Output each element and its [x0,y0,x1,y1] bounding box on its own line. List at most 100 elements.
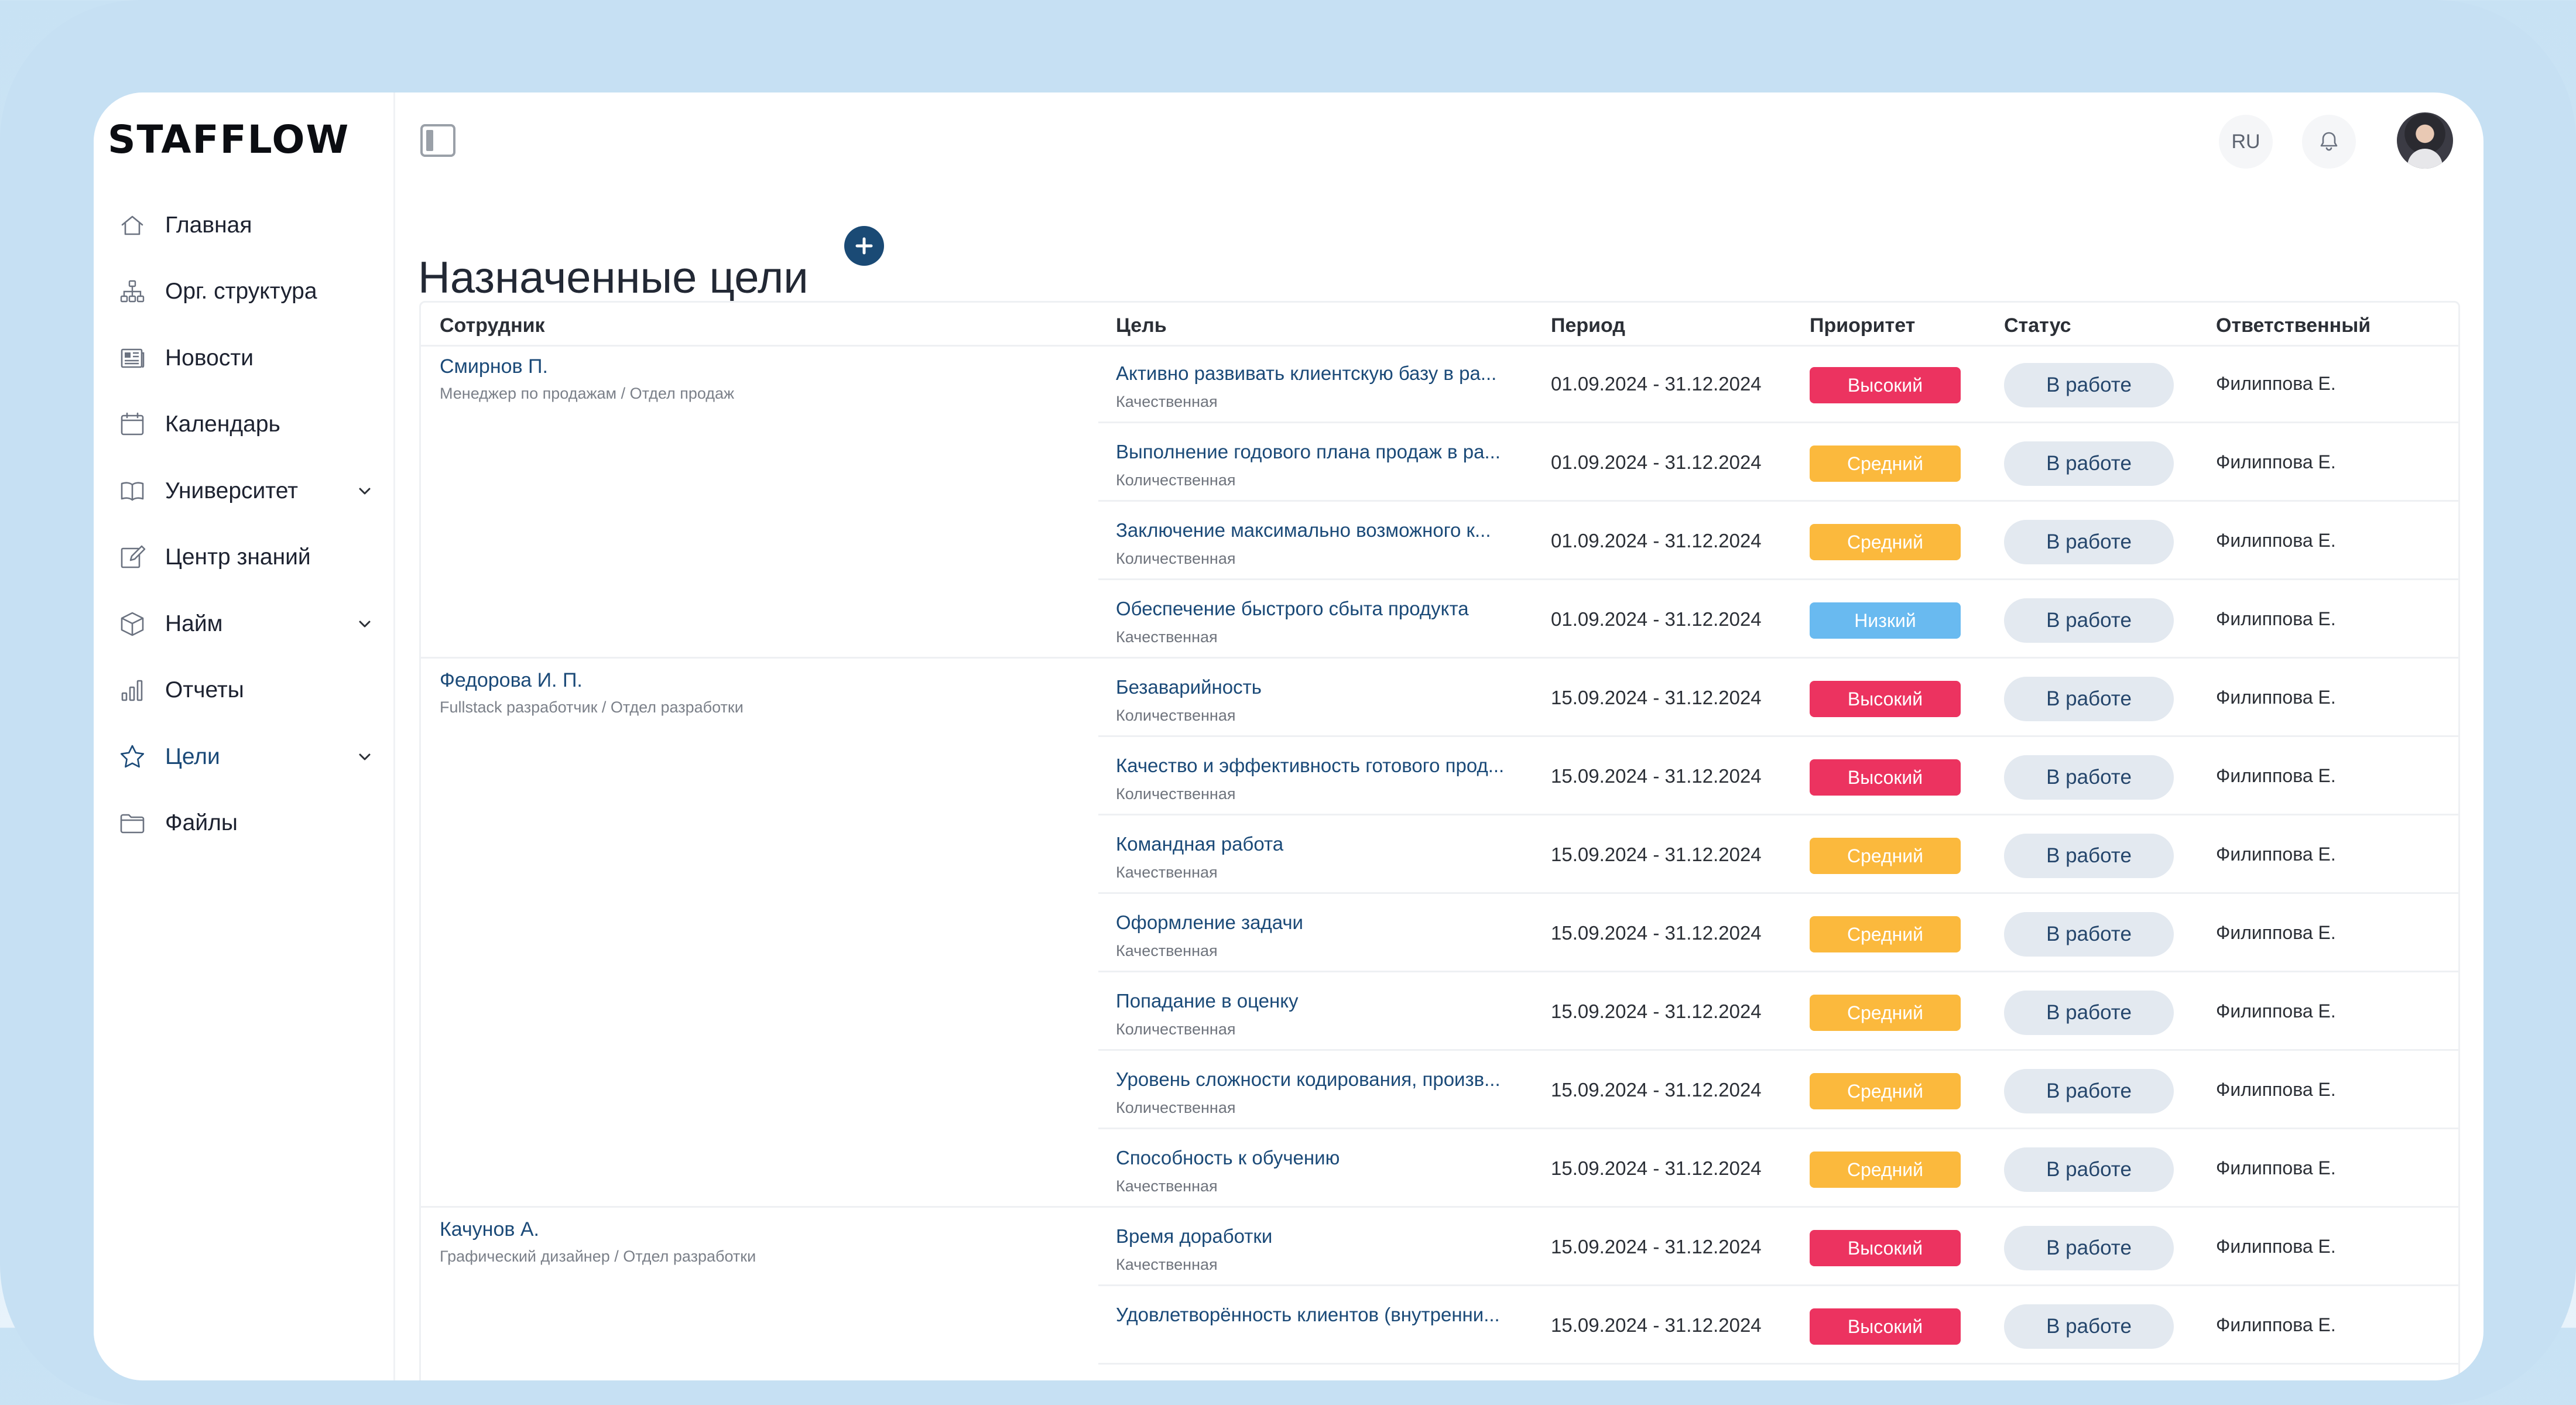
page-title: Назначенные цели [418,252,809,303]
box-icon [117,609,148,639]
sidebar-item-label: Главная [165,212,252,238]
employee-name[interactable]: Качунов А. [440,1218,539,1241]
bar-chart-icon [117,675,148,705]
calendar-icon [117,409,148,440]
table-row[interactable]: Удовлетворённость клиентов (внутренни...… [421,1286,2458,1365]
sidebar-toggle-icon [420,124,455,157]
employee-name[interactable]: Смирнов П. [440,355,548,378]
sidebar-item-label: Орг. структура [165,279,317,304]
goal-title[interactable]: Выполнение годового плана продаж в ра... [1116,441,1520,463]
goal-period: 15.09.2024 - 31.12.2024 [1551,1000,1762,1022]
sidebar-item-6[interactable]: Найм [117,591,375,657]
goal-period: 15.09.2024 - 31.12.2024 [1551,922,1762,944]
table-row[interactable]: Качунов А. Графический дизайнер / Отдел р… [421,1208,2458,1286]
sidebar-item-label: Файлы [165,810,238,836]
avatar[interactable] [2397,112,2453,169]
priority-badge: Средний [1810,524,1961,560]
sidebar-item-4[interactable]: Университет [117,458,375,525]
add-goal-button[interactable] [844,226,884,266]
column-header-period[interactable]: Период [1551,314,1625,337]
table-row[interactable]: Федорова И. П. Fullstack разработчик / От… [421,659,2458,737]
edit-icon [117,542,148,573]
sidebar-item-9[interactable]: Файлы [117,790,375,857]
column-header-priority[interactable]: Приоритет [1810,314,1915,337]
priority-badge: Средний [1810,446,1961,482]
status-badge[interactable]: В работе [2004,363,2174,407]
goal-type: Качественная [1116,1177,1218,1195]
sidebar-item-3[interactable]: Календарь [117,392,375,458]
responsible-person: Филиппова Е. [2216,765,2336,786]
goal-title[interactable]: Время доработки [1116,1225,1520,1248]
star-icon [117,742,148,772]
status-badge[interactable]: В работе [2004,834,2174,878]
column-header-goal[interactable]: Цель [1116,314,1167,337]
sidebar-item-1[interactable]: Орг. структура [117,259,375,325]
chevron-down-icon[interactable] [355,481,375,501]
status-badge[interactable]: В работе [2004,598,2174,643]
status-badge[interactable]: В работе [2004,677,2174,721]
goal-title[interactable]: Безаварийность [1116,676,1520,698]
table-row[interactable]: Уровень сложности кодирования, произв...… [421,1051,2458,1129]
goal-title[interactable]: Обеспечение быстрого сбыта продукта [1116,598,1520,620]
column-header-responsible[interactable]: Ответственный [2216,314,2371,337]
chevron-down-icon[interactable] [355,614,375,634]
table-row[interactable]: Попадание в оценку Количественная 15.09.20… [421,972,2458,1051]
sidebar-item-label: Центр знаний [165,544,311,570]
goal-type: Качественная [1116,628,1218,646]
responsible-person: Филиппова Е. [2216,451,2336,472]
table-row[interactable]: Смирнов П. Менеджер по продажам / Отдел п… [421,345,2458,423]
table-row[interactable]: Командная работа Качественная 15.09.2024 -… [421,815,2458,894]
table-row[interactable]: Заключение максимально возможного к... Ко… [421,502,2458,580]
book-icon [117,476,148,506]
status-badge[interactable]: В работе [2004,912,2174,957]
responsible-person: Филиппова Е. [2216,1000,2336,1022]
status-badge[interactable]: В работе [2004,520,2174,564]
table-row[interactable]: Выполнение годового плана продаж в ра...… [421,423,2458,502]
status-badge[interactable]: В работе [2004,755,2174,800]
org-structure-icon [117,276,148,307]
goal-title[interactable]: Заключение максимально возможного к... [1116,519,1520,542]
notifications-button[interactable] [2302,115,2356,169]
table-row[interactable]: Качество и эффективность готового прод..… [421,737,2458,815]
priority-badge: Высокий [1810,759,1961,796]
goal-period: 15.09.2024 - 31.12.2024 [1551,687,1762,708]
status-badge[interactable]: В работе [2004,1304,2174,1349]
goal-title[interactable]: Способность к обучению [1116,1147,1520,1169]
goal-title[interactable]: Попадание в оценку [1116,990,1520,1012]
goal-title[interactable]: Качество и эффективность готового прод..… [1116,755,1520,777]
sidebar-item-5[interactable]: Центр знаний [117,525,375,591]
table-row[interactable]: Способность к обучению Качественная 15.09.… [421,1129,2458,1208]
sidebar-toggle-button[interactable] [419,122,457,159]
goal-type: Качественная [1116,863,1218,881]
status-badge[interactable]: В работе [2004,1226,2174,1270]
column-header-employee[interactable]: Сотрудник [440,314,545,337]
goal-title[interactable]: Активно развивать клиентскую базу в ра..… [1116,362,1520,385]
responsible-person: Филиппова Е. [2216,1314,2336,1335]
sidebar-item-0[interactable]: Главная [117,192,375,259]
chevron-down-icon[interactable] [355,747,375,767]
goal-title[interactable]: Оформление задачи [1116,911,1520,934]
app-window: STAFFLOW Главная Орг. структура Новости Кал… [94,92,2483,1380]
plus-icon [855,237,873,255]
goals-table: Сотрудник Цель Период Приоритет Статус О… [419,301,2460,1380]
goal-title[interactable]: Командная работа [1116,833,1520,855]
sidebar-item-label: Новости [165,345,254,371]
responsible-person: Филиппова Е. [2216,1157,2336,1178]
priority-badge: Высокий [1810,367,1961,403]
goal-title[interactable]: Удовлетворённость клиентов (внутренни... [1116,1304,1520,1326]
status-badge[interactable]: В работе [2004,1147,2174,1192]
language-button[interactable]: RU [2219,115,2273,169]
table-row[interactable]: Обеспечение быстрого сбыта продукта Качес… [421,580,2458,659]
status-badge[interactable]: В работе [2004,1069,2174,1113]
sidebar-item-2[interactable]: Новости [117,325,375,392]
employee-name[interactable]: Федорова И. П. [440,669,583,692]
goal-type: Количественная [1116,785,1236,803]
sidebar-item-8[interactable]: Цели [117,724,375,790]
table-row[interactable]: Оформление задачи Качественная 15.09.2024 … [421,894,2458,972]
status-badge[interactable]: В работе [2004,991,2174,1035]
column-header-status[interactable]: Статус [2004,314,2071,337]
status-badge[interactable]: В работе [2004,441,2174,486]
employee-role: Графический дизайнер / Отдел разработки [440,1248,756,1265]
goal-title[interactable]: Уровень сложности кодирования, произв... [1116,1068,1520,1091]
sidebar-item-7[interactable]: Отчеты [117,657,375,724]
